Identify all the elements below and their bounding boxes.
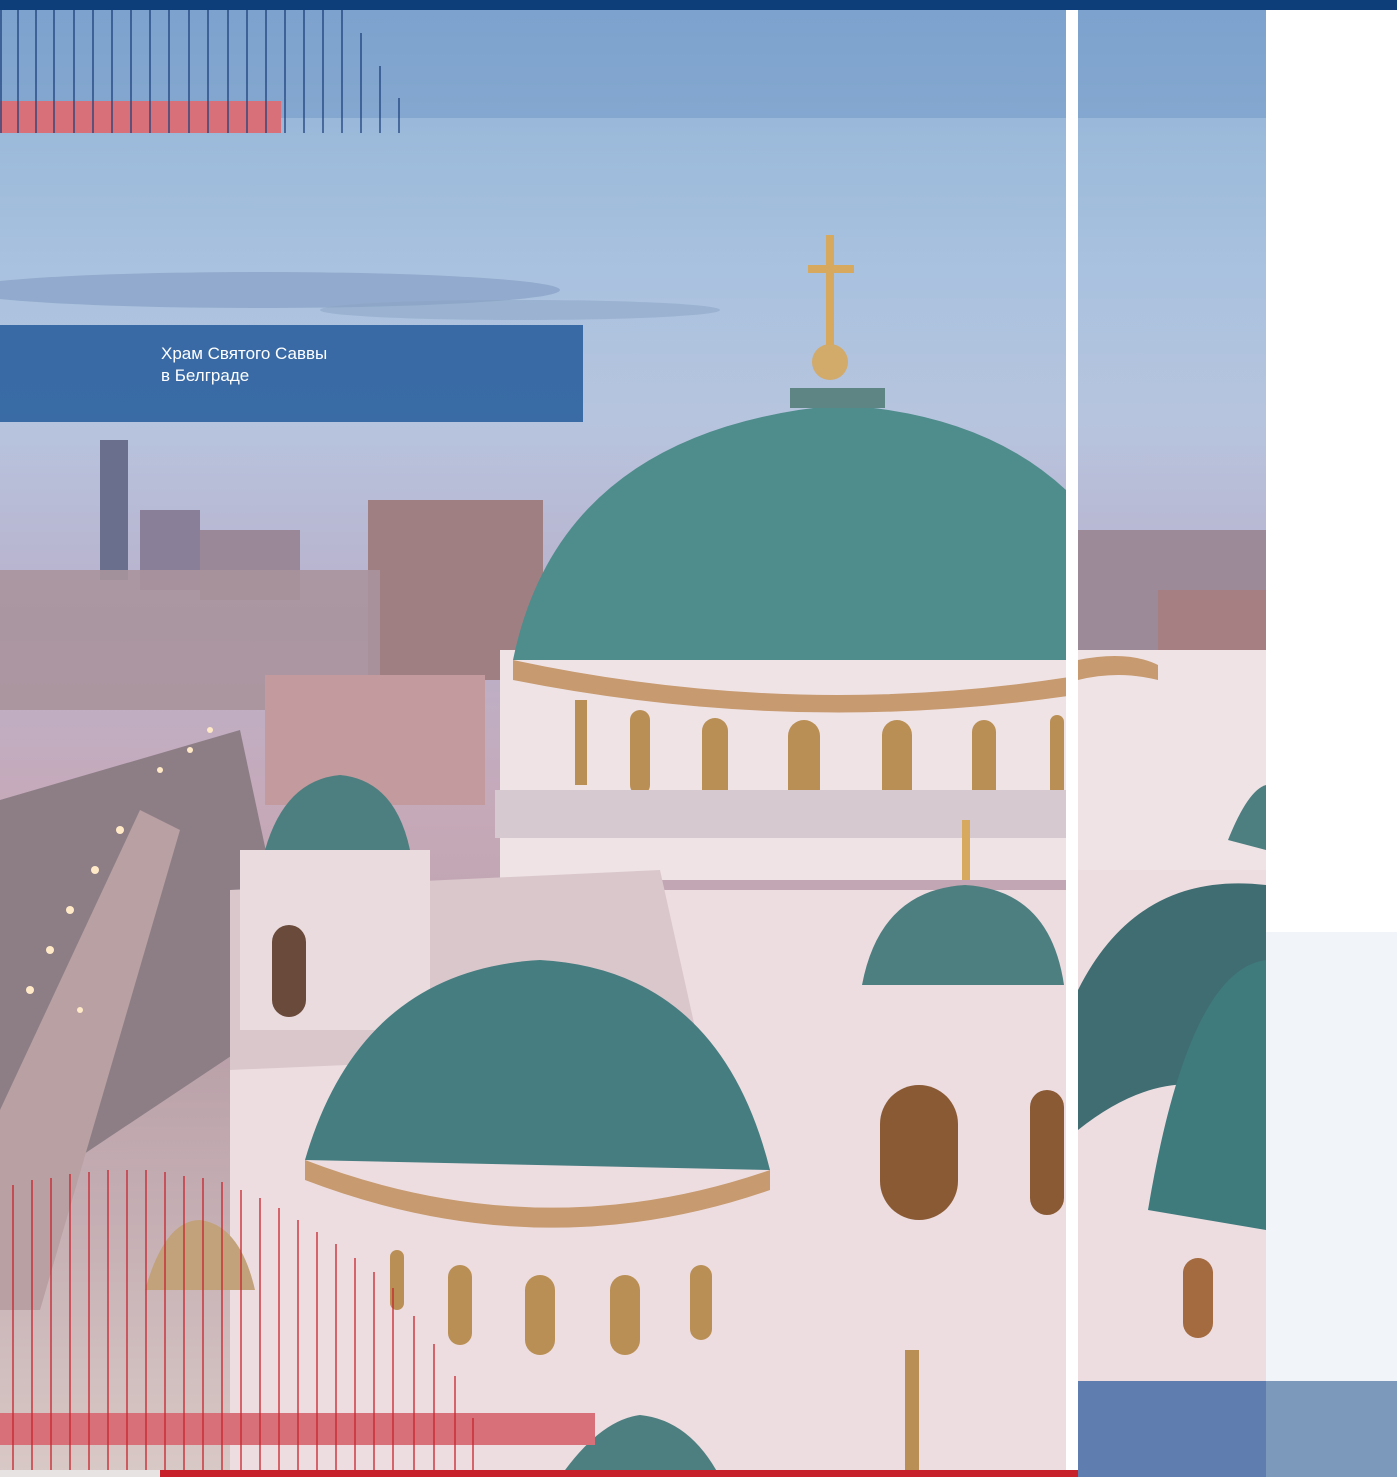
photo-caption: Храм Святого Саввы в Белграде <box>0 325 583 422</box>
decor-blue-lines <box>0 10 400 133</box>
cathedral-photo-side <box>1078 10 1266 1477</box>
bottom-blue-panel-right <box>1266 1381 1397 1477</box>
caption-text: Храм Святого Саввы в Белграде <box>161 343 327 387</box>
caption-line-2: в Белграде <box>161 366 250 385</box>
bottom-strip-red <box>160 1470 1078 1477</box>
right-white-panel <box>1266 10 1397 932</box>
caption-line-1: Храм Святого Саввы <box>161 344 328 363</box>
bottom-strip-pale <box>0 1470 160 1477</box>
right-pale-panel <box>1266 932 1397 1381</box>
cathedral-side-illustration <box>1078 530 1266 1477</box>
vertical-divider <box>1066 10 1078 1477</box>
decor-red-lines <box>12 1170 474 1477</box>
